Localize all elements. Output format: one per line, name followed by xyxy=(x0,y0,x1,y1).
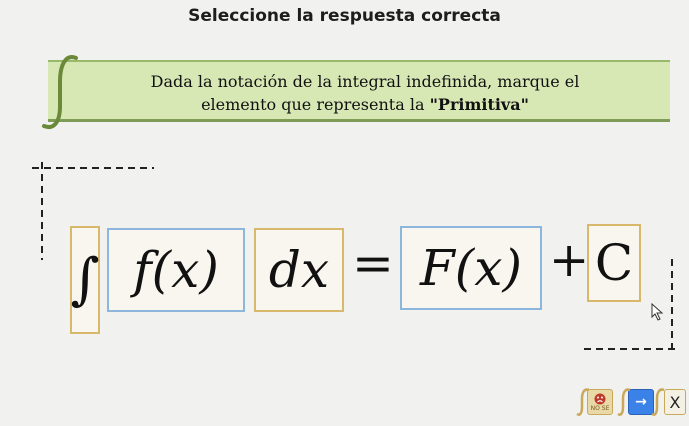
instruction-line-1: Dada la notación de la integral indefini… xyxy=(150,72,580,91)
close-box: X xyxy=(664,389,686,415)
close-button[interactable]: X xyxy=(650,387,689,417)
differential-box[interactable]: dx xyxy=(254,228,344,312)
instruction-text: Dada la notación de la integral indefini… xyxy=(90,70,640,116)
integral-decoration-icon xyxy=(42,55,78,129)
instruction-line-2-prefix: elemento que representa la xyxy=(201,95,430,114)
arrow-right-icon: → xyxy=(635,394,647,410)
primitive-text: F(x) xyxy=(420,239,522,297)
instruction-emphasis: "Primitiva" xyxy=(429,95,529,114)
integrand-text: f(x) xyxy=(133,241,219,299)
integral-hook-icon xyxy=(576,388,590,416)
mouse-pointer-icon xyxy=(651,303,664,321)
equals-sign: = xyxy=(352,234,394,292)
instruction-line-2: elemento que representa la "Primitiva" xyxy=(90,93,640,116)
primitive-box[interactable]: F(x) xyxy=(400,226,542,310)
constant-box[interactable]: C xyxy=(587,224,641,302)
dont-know-button[interactable]: NO SE xyxy=(575,387,615,417)
sad-face-icon xyxy=(594,393,606,404)
plus-sign: + xyxy=(549,232,590,288)
constant-text: C xyxy=(594,234,634,292)
integral-hook-icon xyxy=(617,388,631,416)
integrand-box[interactable]: f(x) xyxy=(107,228,245,312)
integral-sign-box[interactable]: ∫ xyxy=(70,226,100,334)
differential-text: dx xyxy=(268,241,330,299)
page-title: Seleccione la respuesta correcta xyxy=(188,6,501,26)
integral-hook-icon xyxy=(651,388,665,416)
close-icon: X xyxy=(669,392,681,412)
dont-know-label: NO SE xyxy=(590,404,610,412)
integral-sign: ∫ xyxy=(70,247,100,312)
